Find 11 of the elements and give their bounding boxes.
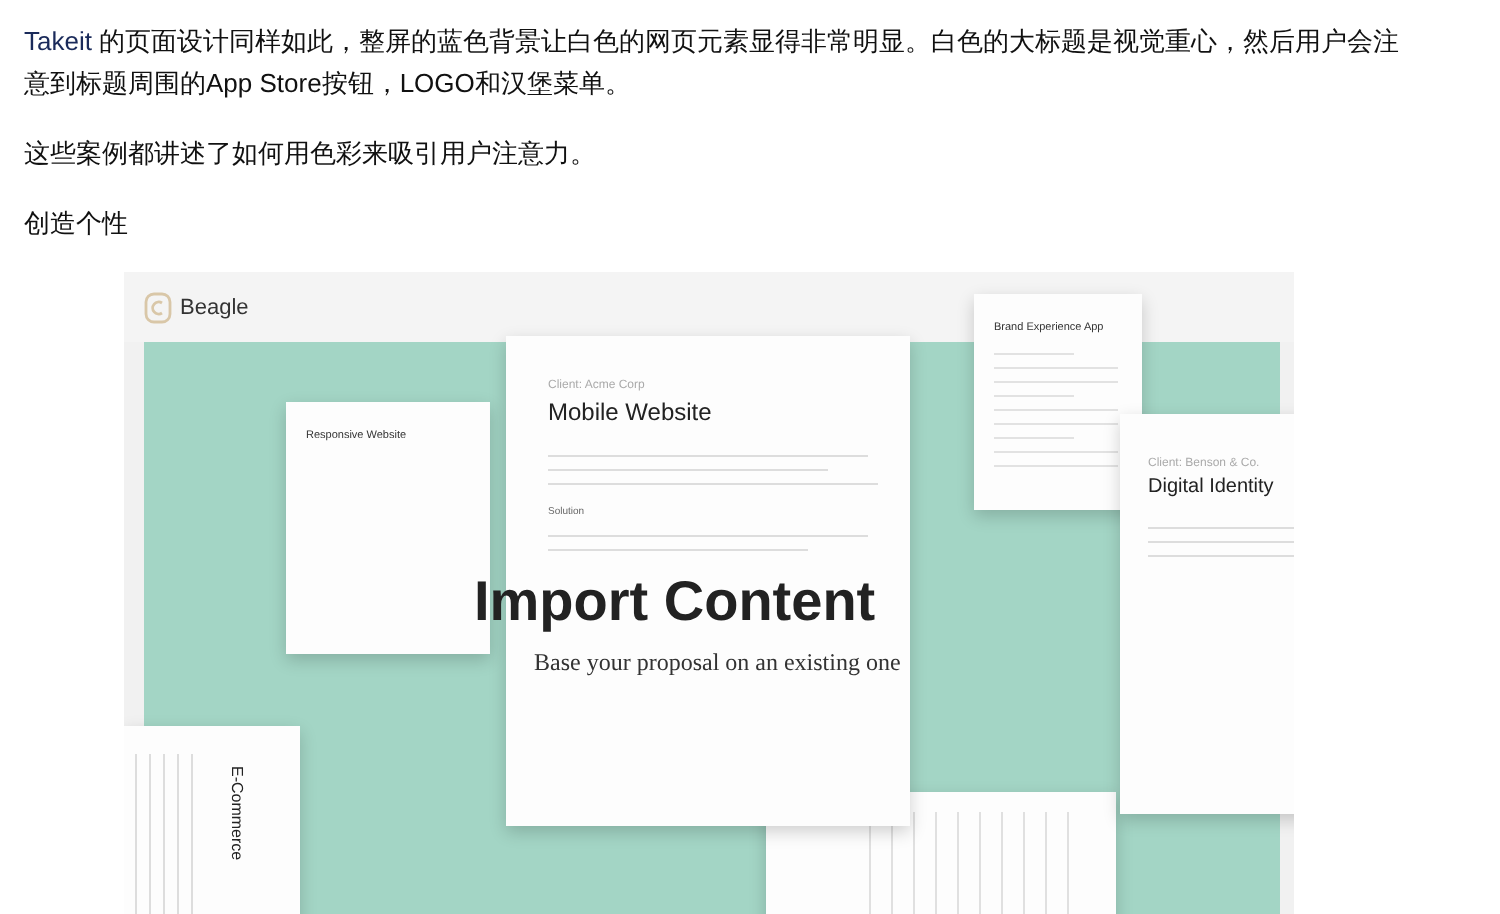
paragraph: Takeit 的页面设计同样如此，整屏的蓝色背景让白色的网页元素显得非常明显。白色的大标题是视觉重心，然后用户会注意到标题周围的App Store按钮，LOGO和汉堡菜单。 <box>24 24 1402 102</box>
paragraph: 这些案例都讲述了如何用色彩来吸引用户注意力。 <box>24 136 598 172</box>
subtitle: Base your proposal on an existing one <box>534 648 901 678</box>
text-link[interactable]: Takeit <box>24 26 92 56</box>
headline: Import Content <box>474 570 876 634</box>
card-title: E-Commerce <box>228 766 246 861</box>
card-title: Digital Identity <box>1148 476 1276 498</box>
logo-icon <box>144 291 172 323</box>
card-title: Mobile Website <box>548 398 714 426</box>
brand-name: Beagle <box>180 295 249 319</box>
section-heading: 创造个性 <box>24 206 130 242</box>
